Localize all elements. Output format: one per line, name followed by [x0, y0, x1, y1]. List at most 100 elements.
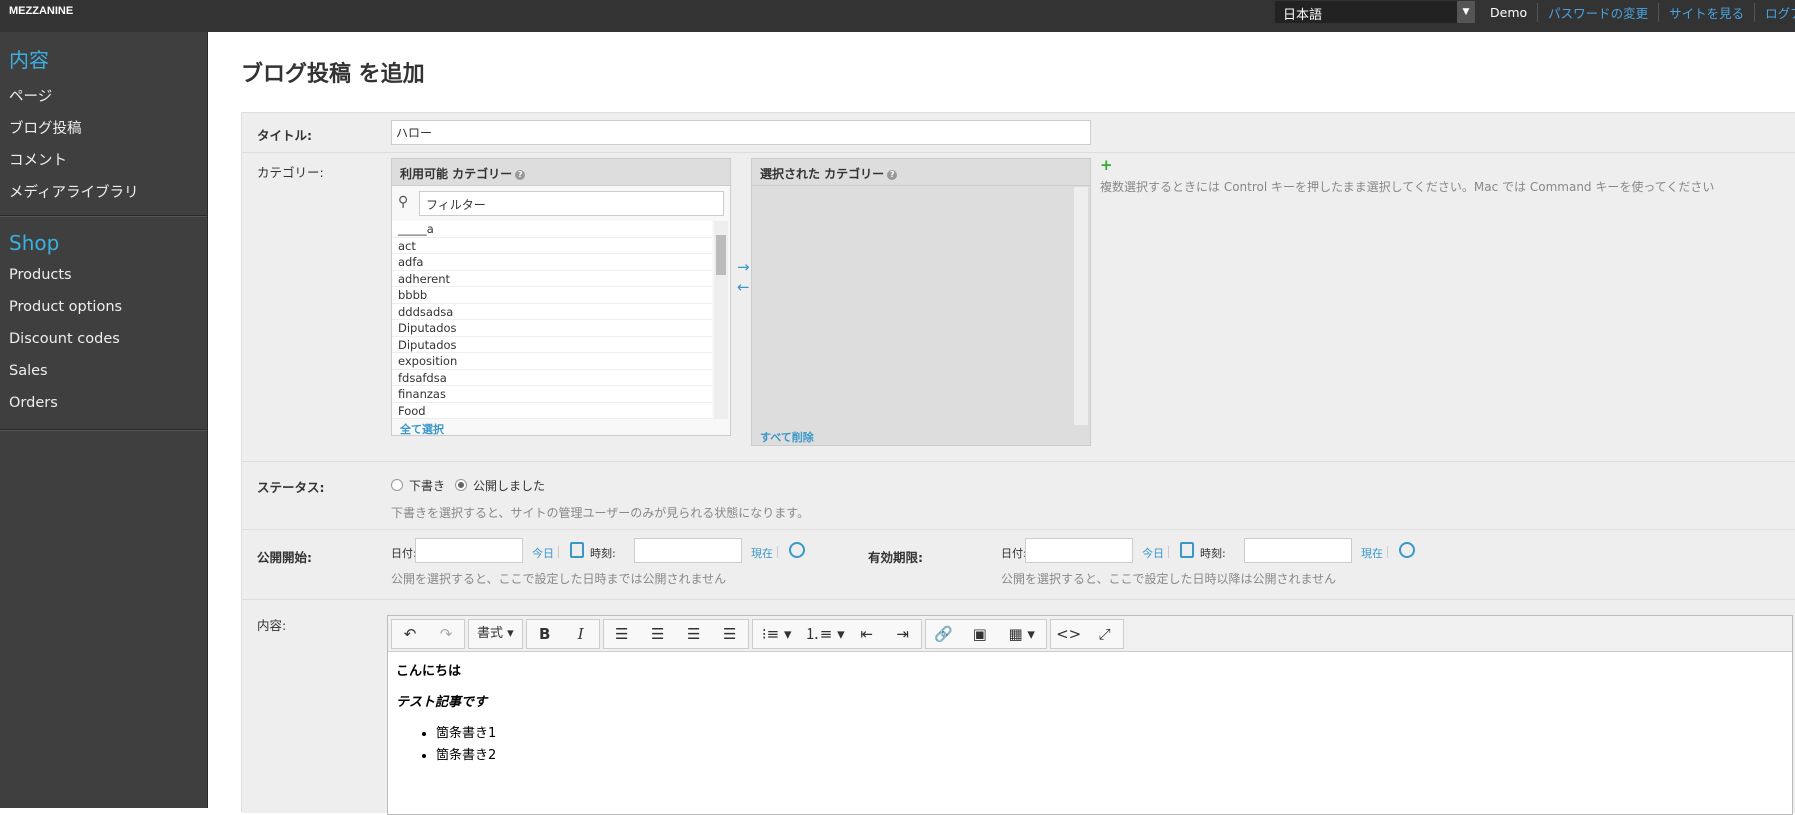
sidebar-item-sales[interactable]: Sales: [0, 357, 207, 389]
source-code-icon[interactable]: <>: [1051, 620, 1087, 648]
list-scrollbar[interactable]: [1074, 187, 1088, 425]
format-dropdown[interactable]: 書式 ▾: [469, 620, 522, 648]
list-item[interactable]: bbbb: [392, 287, 712, 304]
content-bullet-list: 箇条書き1 箇条書き2: [436, 722, 1784, 763]
clock-icon[interactable]: [789, 542, 805, 558]
bullet-list-icon[interactable]: ⁝≡ ▾: [753, 620, 801, 648]
sidebar-item-product-options[interactable]: Product options: [0, 293, 207, 325]
list-item[interactable]: Food: [392, 403, 712, 419]
expiry-date-input[interactable]: [1025, 538, 1133, 563]
top-bar: MEZZANINE 日本語 ▼ Demo パスワードの変更 サイトを見る ログア: [0, 0, 1795, 32]
title-input[interactable]: [391, 120, 1091, 145]
publish-date-input[interactable]: [415, 538, 523, 563]
status-label: ステータス:: [257, 480, 325, 495]
add-category-icon[interactable]: +: [1100, 156, 1113, 174]
logout-link[interactable]: ログア: [1754, 2, 1795, 22]
add-arrow-icon[interactable]: →: [737, 258, 750, 276]
help-icon[interactable]: ?: [887, 169, 898, 180]
publish-time-input[interactable]: [634, 538, 742, 563]
status-published-label: 公開しました: [473, 479, 546, 493]
list-item[interactable]: fdsafdsa: [392, 370, 712, 386]
list-item[interactable]: adfa: [392, 254, 712, 271]
style-group: B I: [525, 618, 600, 649]
chosen-categories-header: 選択された カテゴリー?: [752, 159, 1090, 186]
help-icon[interactable]: ?: [515, 169, 526, 180]
sidebar-item-orders[interactable]: Orders: [0, 389, 207, 421]
format-dropdown-label: 書式: [477, 625, 504, 641]
list-item: 箇条書き2: [436, 744, 1784, 763]
numbered-list-icon[interactable]: ⒈≡ ▾: [801, 620, 849, 648]
sidebar-item-discount-codes[interactable]: Discount codes: [0, 325, 207, 357]
title-label: タイトル:: [257, 128, 312, 143]
chosen-category-list[interactable]: [752, 187, 1072, 425]
chevron-down-icon: ▼: [1457, 1, 1475, 23]
now-link[interactable]: 現在: [751, 545, 773, 561]
date-label: 日付:: [391, 547, 417, 560]
list-item[interactable]: _____a: [392, 221, 712, 238]
content-label: 内容:: [257, 618, 287, 633]
available-category-list[interactable]: _____a act adfa adherent bbbb dddsadsa D…: [392, 221, 712, 419]
undo-icon[interactable]: ↶: [392, 620, 428, 648]
align-center-icon[interactable]: ☰: [640, 620, 676, 648]
status-draft-radio[interactable]: [391, 479, 403, 491]
category-filter-input[interactable]: フィルター: [419, 191, 724, 216]
fullscreen-icon[interactable]: ⤢: [1087, 620, 1123, 648]
calendar-icon[interactable]: [570, 542, 584, 558]
today-link[interactable]: 今日: [1142, 545, 1164, 561]
align-right-icon[interactable]: ☰: [676, 620, 712, 648]
today-link[interactable]: 今日: [532, 545, 554, 561]
expiry-time-input[interactable]: [1244, 538, 1352, 563]
separator: [777, 546, 778, 558]
scrollbar-thumb[interactable]: [716, 235, 726, 275]
sidebar-item-comments[interactable]: コメント: [0, 143, 207, 175]
content-paragraph: テスト記事です: [396, 695, 488, 710]
status-published-radio[interactable]: [455, 479, 467, 491]
list-item[interactable]: exposition: [392, 353, 712, 370]
bold-icon[interactable]: B: [527, 620, 563, 648]
editor-content[interactable]: こんにちは テスト記事です 箇条書き1 箇条書き2: [388, 652, 1792, 774]
brand-logo[interactable]: MEZZANINE: [9, 5, 73, 17]
clock-icon[interactable]: [1399, 542, 1415, 558]
redo-icon[interactable]: ↷: [428, 620, 464, 648]
remove-arrow-icon[interactable]: ←: [737, 278, 750, 296]
calendar-icon[interactable]: [1180, 542, 1194, 558]
list-scrollbar[interactable]: [714, 221, 728, 419]
align-left-icon[interactable]: ☰: [604, 620, 640, 648]
sidebar-section-content[interactable]: 内容: [0, 32, 207, 79]
sidebar-item-pages[interactable]: ページ: [0, 79, 207, 111]
status-help-text: 下書きを選択すると、サイトの管理ユーザーのみが見られる状態になります。: [391, 506, 810, 520]
category-row: カテゴリー: 利用可能 カテゴリー? ⚲ フィルター _____a act ad…: [242, 153, 1795, 462]
now-link[interactable]: 現在: [1361, 545, 1383, 561]
indent-icon[interactable]: ⇥: [885, 620, 921, 648]
outdent-icon[interactable]: ⇤: [849, 620, 885, 648]
link-icon[interactable]: 🔗: [926, 620, 962, 648]
sidebar-item-products[interactable]: Products: [0, 261, 207, 293]
image-icon[interactable]: ▣: [962, 620, 998, 648]
view-site-link[interactable]: サイトを見る: [1658, 2, 1754, 22]
align-group: ☰ ☰ ☰ ☰: [602, 618, 749, 649]
list-item[interactable]: act: [392, 238, 712, 254]
list-item[interactable]: adherent: [392, 271, 712, 287]
sidebar-section-shop[interactable]: Shop: [0, 219, 207, 261]
available-categories: 利用可能 カテゴリー? ⚲ フィルター _____a act adfa adhe…: [391, 158, 731, 436]
list-item[interactable]: finanzas: [392, 386, 712, 403]
change-password-link[interactable]: パスワードの変更: [1537, 2, 1658, 22]
align-justify-icon[interactable]: ☰: [712, 620, 748, 648]
title-row: タイトル:: [242, 113, 1795, 153]
available-categories-header: 利用可能 カテゴリー?: [392, 159, 730, 186]
remove-all-link[interactable]: すべて削除: [760, 429, 814, 445]
sidebar: 内容 ページ ブログ投稿 コメント メディアライブラリ Shop Product…: [0, 32, 208, 808]
list-item[interactable]: dddsadsa: [392, 304, 712, 320]
sidebar-item-media-library[interactable]: メディアライブラリ: [0, 175, 207, 207]
chosen-header-text: 選択された カテゴリー: [760, 167, 885, 181]
table-icon[interactable]: ▦ ▾: [998, 620, 1046, 648]
language-select[interactable]: 日本語 ▼: [1275, 1, 1475, 23]
select-all-link[interactable]: 全て選択: [400, 421, 444, 437]
list-item[interactable]: Diputados: [392, 337, 712, 353]
list-item[interactable]: Diputados: [392, 320, 712, 337]
editor-toolbar: ↶ ↷ 書式 ▾ B I ☰ ☰ ☰ ☰ ⁝≡ ▾ ⒈≡ ▾ ⇤ ⇥ 🔗 ▣ ▦…: [388, 616, 1792, 652]
publish-help-text: 公開を選択すると、ここで設定した日時までは公開されません: [391, 572, 727, 586]
chosen-categories: 選択された カテゴリー? すべて削除: [751, 158, 1091, 446]
sidebar-item-blog-posts[interactable]: ブログ投稿: [0, 111, 207, 143]
italic-icon[interactable]: I: [563, 620, 599, 648]
